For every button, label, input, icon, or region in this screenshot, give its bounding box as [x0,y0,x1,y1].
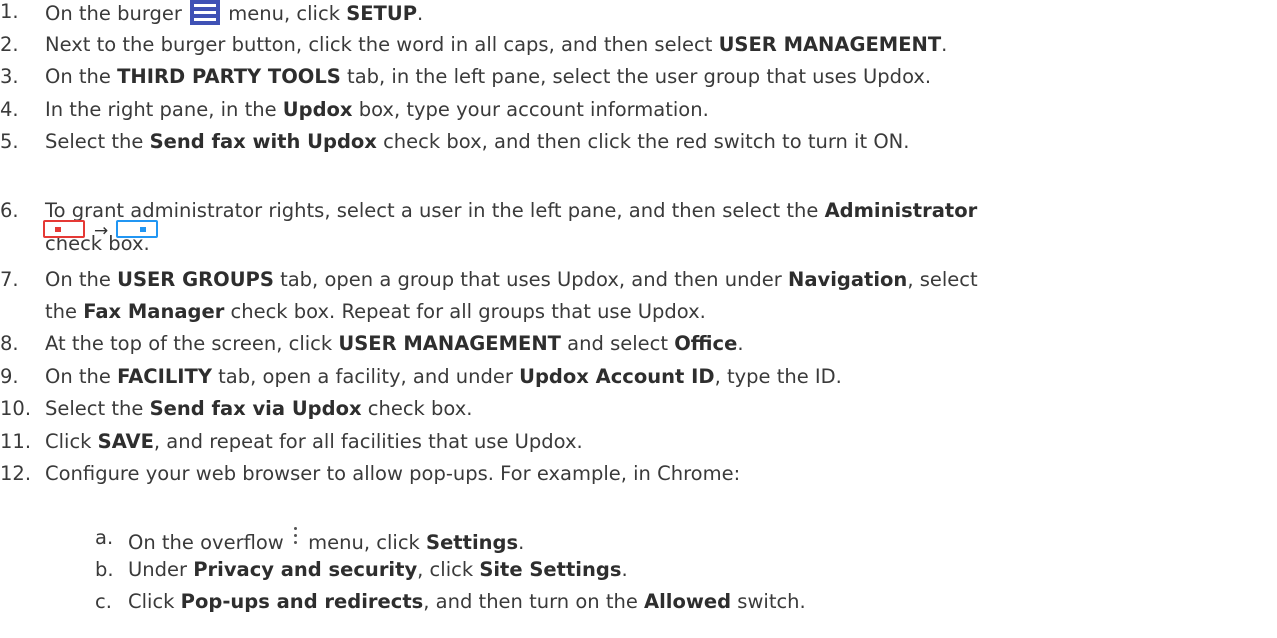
substep-letter: a. [95,526,114,549]
bold-term: Site Settings [479,558,622,581]
step-line: 9. On the FACILITY tab, open a facility, … [0,365,1277,391]
bold-term: Settings [426,531,519,554]
step-text: In the right pane, in the Updox box, typ… [45,97,709,121]
step-text: On the USER GROUPS tab, open a group tha… [45,268,978,291]
burger-menu-icon [190,0,221,25]
step-number: 1. [0,0,19,23]
bold-term: Send fax with Updox [149,130,377,153]
step-line: 3. On the THIRD PARTY TOOLS tab, in the l… [0,65,1277,91]
bold-term: Administrator [824,199,978,222]
step-text: Next to the burger button, click the wor… [45,32,948,56]
arrow-right-icon: → [94,221,109,241]
step-text: On the THIRD PARTY TOOLS tab, in the lef… [45,65,932,88]
step-number: 7. [0,268,19,291]
bold-term: Fax Manager [83,300,225,323]
step-text: Click SAVE, and repeat for all facilitie… [45,429,583,453]
bold-term: SETUP [346,2,417,25]
substep-text: On the overflow menu, click Settings. [128,526,524,554]
step-line: 11. Click SAVE, and repeat for all facili… [0,430,1277,456]
overflow-menu-icon [293,526,299,546]
bold-term: SAVE [97,429,154,453]
step-number: 3. [0,65,19,88]
bold-term: USER MANAGEMENT [338,332,561,355]
step-number: 10. [0,397,32,420]
step-line: 5. Select the Send fax with Updox check b… [0,130,1277,156]
substep-line: c. Click Pop-ups and redirects, and then … [0,590,1277,616]
bold-term: Updox Account ID [519,364,715,388]
step-text: On the burger menu, click SETUP. [45,0,424,25]
bold-term: Privacy and security [193,558,418,581]
bold-term: Send fax via Updox [149,397,362,420]
step-line: 4. In the right pane, in the Updox box, t… [0,98,1277,124]
bold-term: FACILITY [117,364,212,388]
substep-text: Click Pop-ups and redirects, and then tu… [128,590,806,613]
step-text: Select the Send fax with Updox check box… [45,130,910,153]
step-number: 8. [0,332,19,355]
step-text: At the top of the screen, click USER MAN… [45,332,744,355]
step-number: 2. [0,32,19,56]
step-line: 10. Select the Send fax via Updox check b… [0,397,1277,423]
substep-text: Under Privacy and security, click Site S… [128,558,628,581]
step-number: 5. [0,130,19,153]
step-number: 9. [0,364,19,388]
bold-term: USER GROUPS [117,268,274,291]
bold-term: Office [674,332,738,355]
step-line: the Fax Manager check box. Repeat for al… [0,300,1277,326]
step-line: 6. To grant administrator rights, select … [0,199,1277,225]
bold-term: USER MANAGEMENT [718,32,942,56]
step-line: 2. Next to the burger button, click the w… [0,33,1277,59]
step-text: Select the Send fax via Updox check box. [45,397,473,420]
step-number: 11. [0,429,32,453]
step-number: 4. [0,97,19,121]
bold-term: Navigation [788,268,908,291]
bold-term: Pop-ups and redirects [180,590,424,613]
bold-term: Updox [282,97,353,121]
substep-letter: c. [95,590,112,613]
step-line: 12. Configure your web browser to allow p… [0,462,1277,488]
substep-line: a. On the overflow menu, click Settings. [0,526,1277,554]
step-text: To grant administrator rights, select a … [45,199,978,222]
step-text: the Fax Manager check box. Repeat for al… [45,300,706,323]
step-number: 6. [0,199,19,222]
switch-on-icon [116,220,158,238]
step-text: On the FACILITY tab, open a facility, an… [45,364,842,388]
step-line: 8. At the top of the screen, click USER M… [0,332,1277,358]
step-line: check box. [0,232,1277,258]
substep-line: b. Under Privacy and security, click Site… [0,558,1277,584]
step-line: 1. On the burger menu, click SETUP. [0,0,1277,26]
switch-off-icon [43,220,85,238]
bold-term: Allowed [644,590,732,613]
substep-letter: b. [95,558,114,581]
step-text: Configure your web browser to allow pop-… [45,462,741,485]
bold-term: THIRD PARTY TOOLS [117,65,341,88]
step-number: 12. [0,462,32,485]
step-line: 7. On the USER GROUPS tab, open a group t… [0,268,1277,294]
